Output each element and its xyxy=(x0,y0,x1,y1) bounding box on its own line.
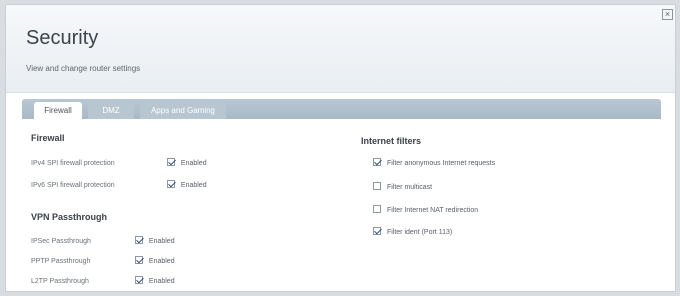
filter-multicast-checkbox[interactable] xyxy=(373,182,381,190)
ipv6-firewall-status: Enabled xyxy=(180,181,207,189)
ipsec-passthrough-label: IPSec Passthrough xyxy=(31,237,91,245)
pptp-passthrough-status: Enabled xyxy=(148,257,175,265)
pptp-passthrough-checkbox[interactable] xyxy=(134,256,143,264)
ipv4-firewall-row: IPv4 SPI firewall protection Enabled xyxy=(31,158,207,167)
close-button[interactable]: × xyxy=(662,9,673,20)
filter-nat-redirection-label: Filter Internet NAT redirection xyxy=(386,206,479,214)
ipv6-firewall-label: IPv6 SPI firewall protection xyxy=(31,181,115,189)
l2tp-passthrough-status: Enabled xyxy=(148,277,175,285)
page-subtitle: View and change router settings xyxy=(26,64,141,73)
l2tp-passthrough-row: L2TP Passthrough Enabled xyxy=(31,276,175,285)
ipsec-passthrough-row: IPSec Passthrough Enabled xyxy=(31,236,175,245)
tab-dmz[interactable]: DMZ xyxy=(88,102,134,119)
filter-multicast-label: Filter multicast xyxy=(386,183,433,191)
ipv4-firewall-status: Enabled xyxy=(180,159,207,167)
vpn-section-title: VPN Passthrough xyxy=(31,212,108,222)
ipv6-firewall-row: IPv6 SPI firewall protection Enabled xyxy=(31,180,207,189)
security-dialog: × Security View and change router settin… xyxy=(5,4,676,292)
tab-firewall[interactable]: Firewall xyxy=(34,102,82,119)
tab-apps-and-gaming[interactable]: Apps and Gaming xyxy=(140,102,226,119)
pptp-passthrough-row: PPTP Passthrough Enabled xyxy=(31,256,175,265)
l2tp-passthrough-label: L2TP Passthrough xyxy=(31,277,89,285)
filter-ident-checkbox[interactable] xyxy=(373,227,381,235)
ipsec-passthrough-checkbox[interactable] xyxy=(134,236,143,244)
filter-ident-row: Filter ident (Port 113) xyxy=(373,227,453,236)
ipsec-passthrough-status: Enabled xyxy=(148,237,175,245)
ipv6-firewall-checkbox[interactable] xyxy=(166,180,175,188)
filter-nat-redirection-checkbox[interactable] xyxy=(373,205,381,213)
ipv4-firewall-label: IPv4 SPI firewall protection xyxy=(31,159,115,167)
l2tp-passthrough-checkbox[interactable] xyxy=(134,276,143,284)
pptp-passthrough-label: PPTP Passthrough xyxy=(31,257,91,265)
filter-multicast-row: Filter multicast xyxy=(373,182,433,191)
tab-content: Firewall IPv4 SPI firewall protection En… xyxy=(23,119,661,291)
ipv4-firewall-checkbox[interactable] xyxy=(166,158,175,166)
filter-anonymous-label: Filter anonymous Internet requests xyxy=(386,159,496,167)
filter-ident-label: Filter ident (Port 113) xyxy=(386,228,453,236)
dialog-header: × Security View and change router settin… xyxy=(6,5,675,93)
filter-nat-redirection-row: Filter Internet NAT redirection xyxy=(373,205,479,214)
tab-bar: Firewall DMZ Apps and Gaming xyxy=(22,99,661,119)
filter-anonymous-row: Filter anonymous Internet requests xyxy=(373,158,496,167)
page-title: Security xyxy=(26,27,99,49)
filter-anonymous-checkbox[interactable] xyxy=(373,158,381,166)
firewall-section-title: Firewall xyxy=(31,133,65,143)
internet-filters-section-title: Internet filters xyxy=(361,136,422,146)
